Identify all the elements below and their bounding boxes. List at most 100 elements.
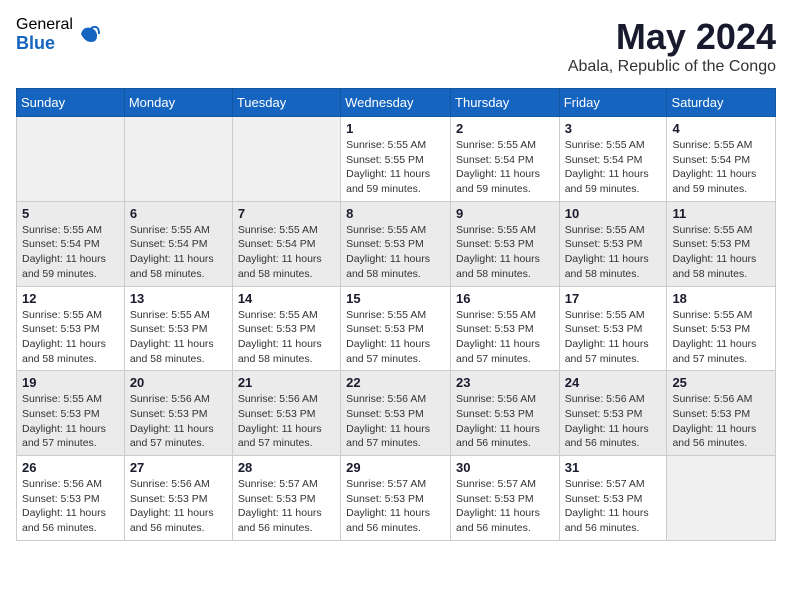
day-info: Sunrise: 5:55 AM Sunset: 5:54 PM Dayligh… [130,223,227,282]
day-number: 7 [238,206,335,221]
day-number: 11 [672,206,770,221]
day-number: 27 [130,460,227,475]
calendar-cell: 13 Sunrise: 5:55 AM Sunset: 5:53 PM Dayli… [124,286,232,371]
day-info: Sunrise: 5:55 AM Sunset: 5:53 PM Dayligh… [565,308,662,367]
title-area: May 2024 Abala, Republic of the Congo [568,16,776,76]
calendar-cell: 23 Sunrise: 5:56 AM Sunset: 5:53 PM Dayli… [451,371,560,456]
day-number: 12 [22,291,119,306]
day-info: Sunrise: 5:55 AM Sunset: 5:54 PM Dayligh… [22,223,119,282]
day-number: 3 [565,121,662,136]
calendar-cell: 21 Sunrise: 5:56 AM Sunset: 5:53 PM Dayli… [232,371,340,456]
logo: General Blue [16,16,101,53]
day-number: 2 [456,121,554,136]
day-info: Sunrise: 5:55 AM Sunset: 5:53 PM Dayligh… [22,392,119,451]
weekday-header-friday: Friday [559,89,667,117]
day-number: 16 [456,291,554,306]
day-number: 15 [346,291,445,306]
calendar-cell: 31 Sunrise: 5:57 AM Sunset: 5:53 PM Dayli… [559,456,667,541]
day-info: Sunrise: 5:55 AM Sunset: 5:53 PM Dayligh… [346,308,445,367]
calendar-cell: 19 Sunrise: 5:55 AM Sunset: 5:53 PM Dayli… [17,371,125,456]
day-number: 18 [672,291,770,306]
day-number: 5 [22,206,119,221]
day-info: Sunrise: 5:57 AM Sunset: 5:53 PM Dayligh… [456,477,554,536]
day-number: 22 [346,375,445,390]
calendar-cell [17,117,125,202]
day-info: Sunrise: 5:57 AM Sunset: 5:53 PM Dayligh… [565,477,662,536]
week-row-5: 26 Sunrise: 5:56 AM Sunset: 5:53 PM Dayli… [17,456,776,541]
weekday-header-saturday: Saturday [667,89,776,117]
day-info: Sunrise: 5:55 AM Sunset: 5:53 PM Dayligh… [565,223,662,282]
day-info: Sunrise: 5:57 AM Sunset: 5:53 PM Dayligh… [346,477,445,536]
day-info: Sunrise: 5:55 AM Sunset: 5:53 PM Dayligh… [346,223,445,282]
day-number: 1 [346,121,445,136]
calendar-cell: 3 Sunrise: 5:55 AM Sunset: 5:54 PM Daylig… [559,117,667,202]
logo-general: General [16,16,73,34]
day-number: 19 [22,375,119,390]
day-info: Sunrise: 5:55 AM Sunset: 5:53 PM Dayligh… [130,308,227,367]
logo-icon [77,22,101,46]
calendar-cell: 29 Sunrise: 5:57 AM Sunset: 5:53 PM Dayli… [341,456,451,541]
location-subtitle: Abala, Republic of the Congo [568,58,776,76]
day-info: Sunrise: 5:56 AM Sunset: 5:53 PM Dayligh… [456,392,554,451]
day-info: Sunrise: 5:55 AM Sunset: 5:53 PM Dayligh… [238,308,335,367]
calendar-cell: 12Sunrise: 5:55 AM Sunset: 5:53 PM Dayli… [17,286,125,371]
day-info: Sunrise: 5:55 AM Sunset: 5:54 PM Dayligh… [456,138,554,197]
day-number: 29 [346,460,445,475]
day-info: Sunrise: 5:56 AM Sunset: 5:53 PM Dayligh… [130,477,227,536]
day-info: Sunrise: 5:55 AM Sunset: 5:54 PM Dayligh… [565,138,662,197]
calendar-cell: 2 Sunrise: 5:55 AM Sunset: 5:54 PM Daylig… [451,117,560,202]
day-number: 6 [130,206,227,221]
day-number: 28 [238,460,335,475]
day-number: 13 [130,291,227,306]
calendar-cell: 30 Sunrise: 5:57 AM Sunset: 5:53 PM Dayli… [451,456,560,541]
day-info: Sunrise: 5:55 AM Sunset: 5:53 PM Dayligh… [672,308,770,367]
calendar-cell: 14 Sunrise: 5:55 AM Sunset: 5:53 PM Dayli… [232,286,340,371]
calendar-cell: 1 Sunrise: 5:55 AM Sunset: 5:55 PM Daylig… [341,117,451,202]
week-row-2: 5 Sunrise: 5:55 AM Sunset: 5:54 PM Daylig… [17,201,776,286]
day-info: Sunrise: 5:55 AM Sunset: 5:54 PM Dayligh… [238,223,335,282]
day-number: 31 [565,460,662,475]
day-info: Sunrise: 5:56 AM Sunset: 5:53 PM Dayligh… [672,392,770,451]
day-number: 30 [456,460,554,475]
day-number: 23 [456,375,554,390]
weekday-header-wednesday: Wednesday [341,89,451,117]
weekday-header-sunday: Sunday [17,89,125,117]
month-year-title: May 2024 [568,16,776,58]
calendar-cell: 6 Sunrise: 5:55 AM Sunset: 5:54 PM Daylig… [124,201,232,286]
day-number: 25 [672,375,770,390]
day-number: 24 [565,375,662,390]
calendar-cell: 16Sunrise: 5:55 AM Sunset: 5:53 PM Dayli… [451,286,560,371]
day-number: 14 [238,291,335,306]
day-number: 4 [672,121,770,136]
calendar-cell [124,117,232,202]
week-row-3: 12 Sunrise: 5:55 AM Sunset: 5:53 PM Dayli… [17,286,776,371]
calendar-cell: 25 Sunrise: 5:56 AM Sunset: 5:53 PM Dayli… [667,371,776,456]
weekday-header-row: SundayMondayTuesdayWednesdayThursdayFrid… [17,89,776,117]
day-info: Sunrise: 5:57 AM Sunset: 5:53 PM Dayligh… [238,477,335,536]
day-info: Sunrise: 5:55 AM Sunset: 5:55 PM Dayligh… [346,138,445,197]
day-info: Sunrise: 5:56 AM Sunset: 5:53 PM Dayligh… [565,392,662,451]
day-number: 8 [346,206,445,221]
weekday-header-monday: Monday [124,89,232,117]
calendar-cell: 20Sunrise: 5:56 AM Sunset: 5:53 PM Dayli… [124,371,232,456]
calendar-cell: 18 Sunrise: 5:55 AM Sunset: 5:53 PM Dayli… [667,286,776,371]
day-number: 21 [238,375,335,390]
calendar-cell: 24 Sunrise: 5:56 AM Sunset: 5:53 PM Dayli… [559,371,667,456]
page-header: General Blue May 2024 Abala, Republic of… [16,16,776,76]
week-row-4: 19 Sunrise: 5:55 AM Sunset: 5:53 PM Dayli… [17,371,776,456]
calendar-cell: 8 Sunrise: 5:55 AM Sunset: 5:53 PM Daylig… [341,201,451,286]
calendar-cell: 28 Sunrise: 5:57 AM Sunset: 5:53 PM Dayli… [232,456,340,541]
calendar-cell: 5 Sunrise: 5:55 AM Sunset: 5:54 PM Daylig… [17,201,125,286]
weekday-header-thursday: Thursday [451,89,560,117]
calendar-cell: 15 Sunrise: 5:55 AM Sunset: 5:53 PM Dayli… [341,286,451,371]
calendar-cell: 7 Sunrise: 5:55 AM Sunset: 5:54 PM Daylig… [232,201,340,286]
calendar-cell: 27 Sunrise: 5:56 AM Sunset: 5:53 PM Dayli… [124,456,232,541]
day-number: 20 [130,375,227,390]
day-info: Sunrise: 5:56 AM Sunset: 5:53 PM Dayligh… [346,392,445,451]
day-number: 9 [456,206,554,221]
day-info: Sunrise: 5:55 AM Sunset: 5:54 PM Dayligh… [672,138,770,197]
day-number: 26 [22,460,119,475]
day-info: Sunrise: 5:56 AM Sunset: 5:53 PM Dayligh… [238,392,335,451]
day-number: 17 [565,291,662,306]
day-info: Sunrise: 5:55 AM Sunset: 5:53 PM Dayligh… [456,223,554,282]
